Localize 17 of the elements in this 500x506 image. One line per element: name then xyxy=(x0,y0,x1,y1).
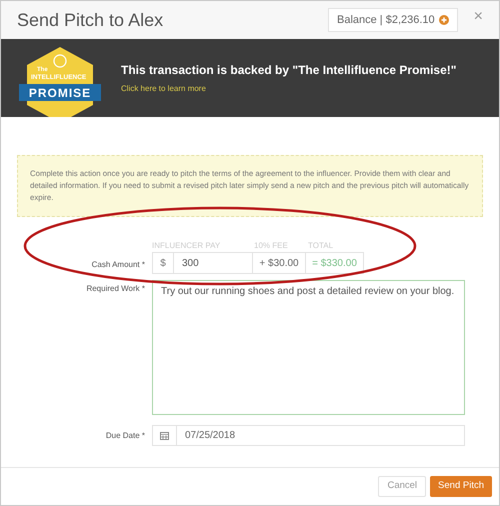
window-title: Send Pitch to Alex xyxy=(17,8,164,32)
due-date-field[interactable]: 07/25/2018 xyxy=(152,425,465,446)
plus-icon xyxy=(438,15,449,25)
calendar-icon xyxy=(160,431,169,440)
send-button[interactable]: Send Pitch xyxy=(430,476,492,497)
learn-more-link[interactable]: Click here to learn more xyxy=(121,83,456,95)
total-value: = $330.00 xyxy=(306,252,364,274)
fee-value: + $30.00 xyxy=(253,252,306,274)
banner-headline: This transaction is backed by "The Intellifluence Promise!" xyxy=(121,62,456,79)
currency-addon: $ xyxy=(152,252,174,274)
field-label: Due Date * xyxy=(104,430,146,442)
field-label: Required Work * xyxy=(85,283,146,295)
work-textarea[interactable]: Try out our running shoes and post a detailed review on your blog. xyxy=(152,280,465,415)
field-label: Cash Amount * xyxy=(90,259,146,271)
balance-badge[interactable]: Balance | $2,236.10 xyxy=(328,8,458,32)
badge-ribbon: PROMISE xyxy=(19,84,101,101)
pay-input[interactable]: 300 xyxy=(174,252,253,274)
